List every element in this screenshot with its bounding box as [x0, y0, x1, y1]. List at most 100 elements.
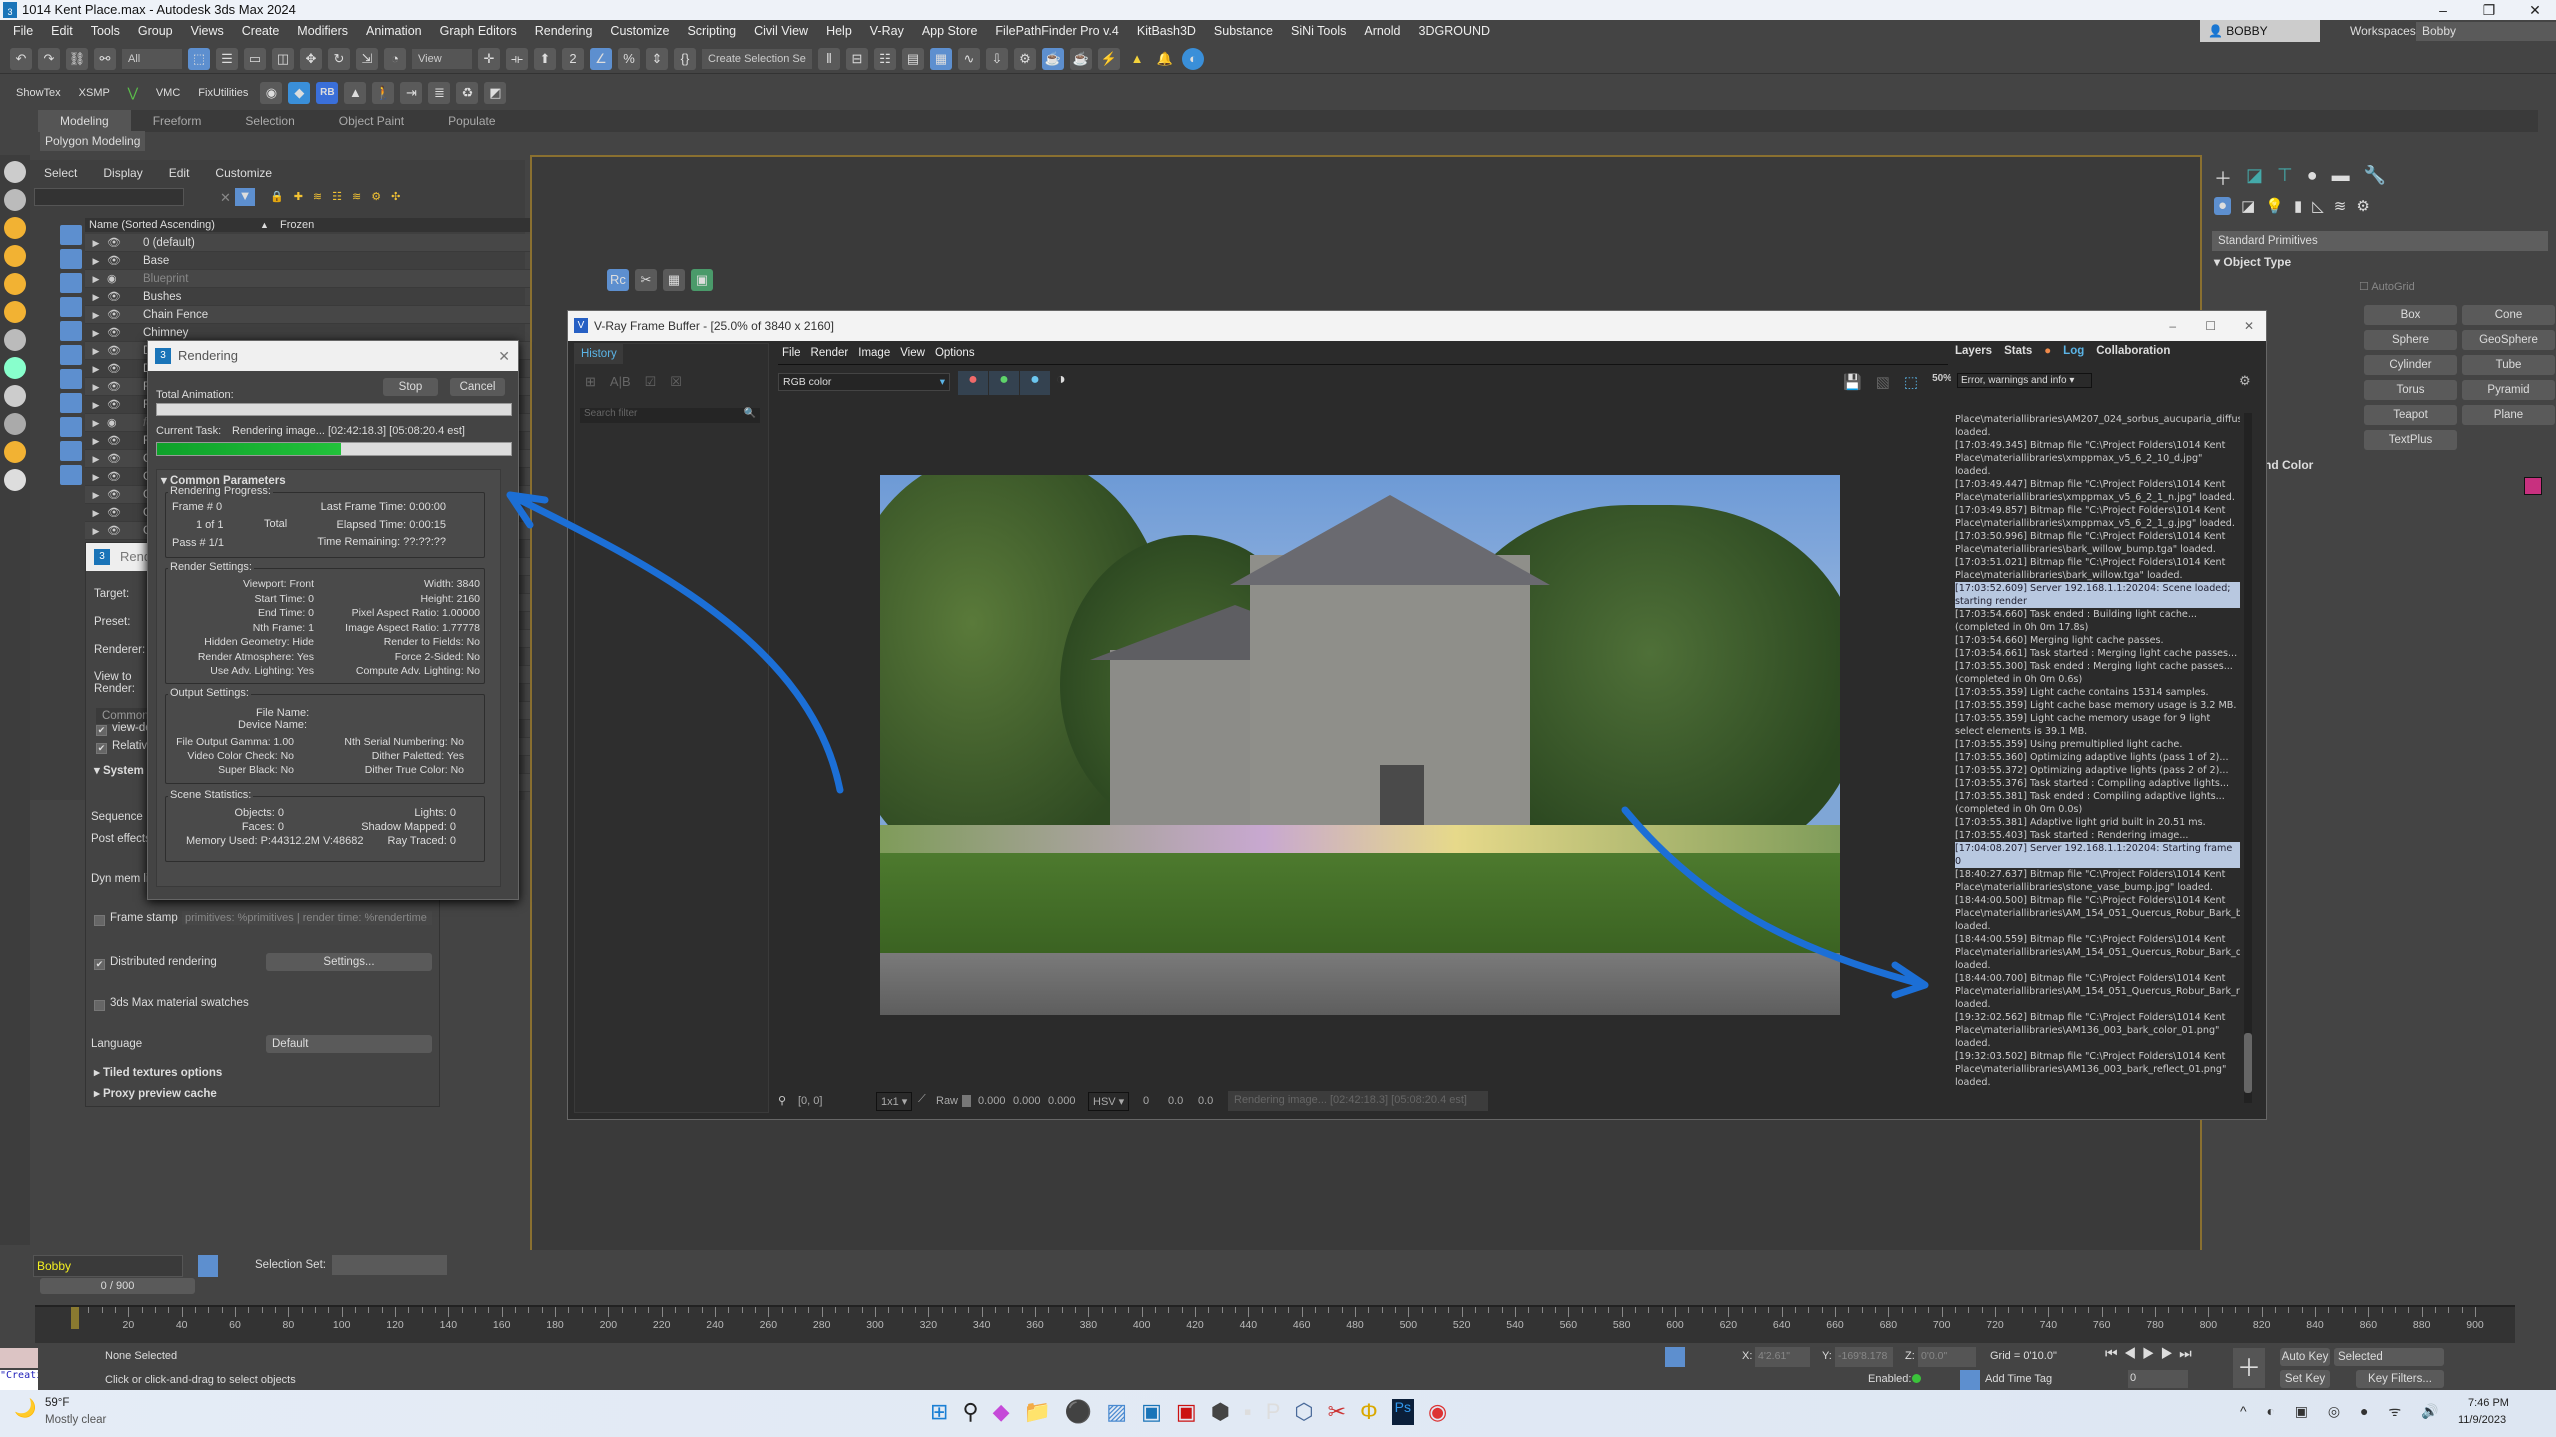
menu-civil-view[interactable]: Civil View — [745, 24, 817, 38]
time-tag-icon[interactable] — [1960, 1370, 1980, 1390]
hex-app-icon[interactable]: ⬡ — [1294, 1399, 1313, 1425]
visibility-eye-icon[interactable]: 👁 — [107, 522, 133, 539]
maxscript-listener[interactable] — [0, 1348, 38, 1368]
create-tab-icon[interactable]: ＋ — [2214, 165, 2232, 191]
create-torus-button[interactable]: Torus — [2364, 380, 2457, 400]
visibility-eye-icon[interactable]: 👁 — [107, 306, 133, 323]
menu-group[interactable]: Group — [129, 24, 182, 38]
render-iterative-icon[interactable]: ⚡ — [1098, 47, 1120, 70]
menu-arnold[interactable]: Arnold — [1355, 24, 1409, 38]
photoshop-icon[interactable]: Ps — [1391, 1399, 1414, 1425]
visibility-eye-icon[interactable]: 👁 — [107, 396, 133, 413]
arrow-plugin-icon[interactable]: ⇥ — [400, 82, 423, 104]
autogrid-checkbox[interactable]: ☐ AutoGrid — [2359, 280, 2415, 293]
schematic-view-icon[interactable]: ∿ — [958, 47, 980, 70]
frame-stamp-checkbox[interactable] — [94, 915, 105, 926]
current-layer-dropdown[interactable]: Bobby — [33, 1255, 183, 1277]
create-textplus-button[interactable]: TextPlus — [2364, 430, 2457, 450]
time-slider[interactable]: 0 / 900 — [40, 1278, 195, 1294]
proxy-preview-rollout[interactable]: ▸ Proxy preview cache — [94, 1086, 217, 1100]
key-filters-button[interactable]: Key Filters... — [2356, 1370, 2444, 1388]
ribbon-tab-freeform[interactable]: Freeform — [131, 110, 224, 132]
vmc-button[interactable]: VMC — [150, 87, 186, 99]
expand-arrow-icon[interactable]: ▶ — [85, 306, 107, 323]
close-button[interactable]: ✕ — [2244, 311, 2254, 341]
current-frame-input[interactable]: 0 — [2128, 1370, 2188, 1388]
file-explorer-icon[interactable]: 📁 — [1023, 1399, 1050, 1425]
lights-icon[interactable]: 💡 — [2265, 197, 2284, 215]
explorer-menu-customize[interactable]: Customize — [215, 166, 272, 180]
select-by-name-icon[interactable]: ☰ — [216, 47, 238, 70]
rendered-frame-window-icon[interactable]: ☕ — [1042, 47, 1064, 70]
history-tab[interactable]: History — [575, 344, 623, 364]
name-color-rollout[interactable]: nd Color — [2264, 458, 2313, 472]
create-pyramid-button[interactable]: Pyramid — [2462, 380, 2555, 400]
railclone-icon[interactable]: RB — [316, 82, 339, 104]
keyboard-shortcut-icon[interactable]: ⬆ — [534, 47, 556, 70]
visibility-eye-icon[interactable]: 👁 — [107, 234, 133, 251]
layer-explorer-icon[interactable]: ☷ — [874, 47, 896, 70]
weather-icon[interactable]: 🌙 — [14, 1398, 36, 1419]
remove-history-icon[interactable]: ☒ — [670, 374, 682, 390]
save-history-icon[interactable]: ⊞ — [585, 374, 596, 390]
3dsmax-taskbar-icon[interactable]: ▣ — [1141, 1399, 1162, 1425]
chrome-icon[interactable]: ◉ — [1428, 1399, 1447, 1425]
history-search-input[interactable]: Search filter 🔍 — [580, 408, 760, 423]
clear-search-icon[interactable]: ✕ — [220, 190, 231, 206]
sun-icon[interactable] — [4, 301, 26, 323]
z-plugin-icon[interactable]: ◩ — [484, 82, 507, 104]
hierarchy-tab-icon[interactable]: ⊤ — [2277, 165, 2293, 191]
set-key-big-icon[interactable]: ＋ — [2233, 1348, 2265, 1388]
warning-icon[interactable]: ▲ — [1126, 48, 1148, 70]
ref-coord-dropdown[interactable]: View — [412, 48, 472, 69]
workspace-dropdown[interactable]: Bobby — [2416, 22, 2556, 41]
menu-views[interactable]: Views — [182, 24, 233, 38]
recycle-plugin-icon[interactable]: ♻ — [456, 82, 479, 104]
maxscript-input[interactable]: "Creating Mu — [0, 1370, 38, 1390]
menu-kitbash3d[interactable]: KitBash3D — [1128, 24, 1205, 38]
minimize-button[interactable]: – — [2169, 311, 2176, 341]
log-filter-dropdown[interactable]: Error, warnings and info ▾ — [1957, 373, 2092, 388]
spinner-snap-icon[interactable]: ⇕ — [646, 47, 668, 70]
shapes-icon[interactable]: ◪ — [2241, 197, 2255, 215]
phi-app-icon[interactable]: Φ — [1360, 1399, 1378, 1425]
green-icon[interactable]: ▣ — [691, 269, 713, 291]
acrobat-icon[interactable]: ▣ — [1176, 1399, 1197, 1425]
light-icon[interactable] — [4, 217, 26, 239]
rotate-icon[interactable]: ↻ — [328, 47, 350, 70]
distributed-rendering-checkbox[interactable]: ✔ — [94, 959, 105, 970]
col-frozen-header[interactable]: Frozen — [280, 218, 314, 232]
color-space-dropdown[interactable]: HSV ▾ — [1088, 1092, 1130, 1111]
close-icon[interactable]: ✕ — [498, 341, 510, 371]
teapot-icon[interactable] — [4, 161, 26, 183]
selection-set-dropdown[interactable] — [332, 1255, 447, 1275]
expand-arrow-icon[interactable]: ▶ — [85, 324, 107, 341]
start-icon[interactable]: ⊞ — [930, 1399, 948, 1425]
layer-row[interactable]: ▶👁Bushes❄ — [85, 288, 550, 306]
relative-checkbox[interactable]: ✔ — [96, 743, 107, 754]
minimize-button[interactable]: – — [2420, 0, 2466, 20]
scrollbar-thumb[interactable] — [2244, 1033, 2252, 1093]
expand-arrow-icon[interactable]: ▶ — [85, 234, 107, 251]
unity-icon[interactable]: ⬢ — [1211, 1399, 1230, 1425]
layer-toggle-icon[interactable] — [198, 1255, 218, 1277]
object-color-swatch[interactable] — [2524, 477, 2542, 495]
geosphere-icon[interactable] — [4, 273, 26, 295]
expand-arrow-icon[interactable]: ▶ — [85, 360, 107, 377]
sphere-light-icon[interactable] — [4, 245, 26, 267]
showtex-button[interactable]: ShowTex — [10, 87, 67, 99]
menu-v-ray[interactable]: V-Ray — [861, 24, 913, 38]
grass-icon[interactable] — [4, 385, 26, 407]
system-rollout[interactable]: ▾ System — [94, 763, 144, 777]
visibility-eye-icon[interactable]: ◉ — [107, 414, 133, 431]
expand-arrow-icon[interactable]: ▶ — [85, 504, 107, 521]
list-plugin-icon[interactable]: ≣ — [428, 82, 451, 104]
blue-channel-toggle[interactable]: ● — [1020, 371, 1050, 395]
xsmp-button[interactable]: XSMP — [73, 87, 116, 99]
mirror-axis-icon[interactable]: ⟛ — [506, 47, 528, 70]
auto-key-button[interactable]: Auto Key — [2280, 1348, 2330, 1366]
select-object-icon[interactable]: ⬚ — [188, 47, 210, 70]
pixel-info-icon[interactable]: ⚲ — [778, 1094, 786, 1107]
rect-selection-icon[interactable]: ▭ — [244, 47, 266, 70]
primitive-category-dropdown[interactable]: Standard Primitives — [2212, 231, 2548, 251]
